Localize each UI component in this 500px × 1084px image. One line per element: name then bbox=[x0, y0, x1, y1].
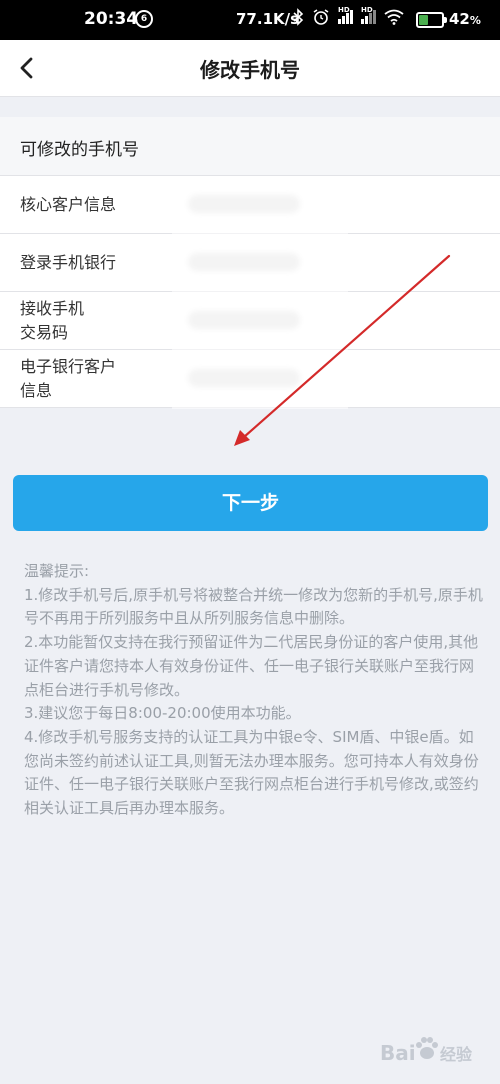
paw-logo-icon bbox=[416, 1037, 438, 1059]
nav-header: 修改手机号 bbox=[0, 40, 500, 97]
tip-item: 2.本功能暂仅支持在我行预留证件为二代居民身份证的客户使用,其他证件客户请您持本… bbox=[24, 633, 479, 699]
signal-hd-icon: HD bbox=[361, 6, 376, 24]
status-bar: 20:34 6 77.1K/s HD HD 42% bbox=[0, 0, 500, 40]
status-time: 20:34 bbox=[84, 9, 139, 29]
status-icons: HD HD bbox=[292, 6, 404, 26]
section-header: 可修改的手机号 bbox=[0, 117, 500, 176]
row-label: 接收手机 交易码 bbox=[20, 292, 130, 350]
battery-charging-icon bbox=[416, 12, 447, 28]
watermark-text: 经验 bbox=[440, 1045, 473, 1064]
baidu-watermark: Bai 经验 bbox=[380, 1033, 492, 1073]
tips-heading: 温馨提示: bbox=[24, 562, 90, 580]
row-label-line: 信息 bbox=[20, 381, 53, 400]
hd-label: HD bbox=[338, 6, 350, 14]
section-title: 可修改的手机号 bbox=[20, 140, 139, 160]
watermark-text: Bai bbox=[380, 1041, 416, 1065]
battery-percent: 42% bbox=[449, 10, 481, 28]
tip-item: 4.修改手机号服务支持的认证工具为中银e令、SIM盾、中银e盾。如您尚未签约前述… bbox=[24, 727, 479, 818]
battery-percent-value: 42 bbox=[449, 10, 470, 28]
signal-hd-icon: HD bbox=[338, 6, 353, 24]
row-label-line: 接收手机 bbox=[20, 299, 85, 318]
tips-section: 温馨提示: 1.修改手机号后,原手机号将被整合并统一修改为您新的手机号,原手机号… bbox=[24, 560, 484, 821]
network-speed: 77.1K/s bbox=[236, 10, 300, 28]
row-label-line: 电子银行客户 bbox=[20, 357, 117, 376]
row-label-line: 交易码 bbox=[20, 323, 69, 342]
app-notification-icon: 6 bbox=[135, 10, 153, 28]
row-label: 核心客户信息 bbox=[20, 176, 130, 234]
tip-item: 3.建议您于每日8:00-20:00使用本功能。 bbox=[24, 704, 301, 723]
page-title: 修改手机号 bbox=[200, 58, 300, 82]
row-label: 登录手机银行 bbox=[20, 234, 130, 292]
wifi-icon bbox=[384, 9, 404, 25]
row-label-line: 核心客户信息 bbox=[20, 195, 117, 214]
row-label: 电子银行客户 信息 bbox=[20, 350, 130, 408]
privacy-blur-overlay bbox=[172, 176, 348, 409]
alarm-icon bbox=[313, 9, 329, 25]
bluetooth-icon bbox=[293, 8, 304, 26]
hd-label: HD bbox=[361, 6, 373, 14]
tip-item: 1.修改手机号后,原手机号将被整合并统一修改为您新的手机号,原手机号不再用于所列… bbox=[24, 585, 483, 628]
next-step-button[interactable]: 下一步 bbox=[13, 475, 488, 531]
row-label-line: 登录手机银行 bbox=[20, 253, 117, 272]
